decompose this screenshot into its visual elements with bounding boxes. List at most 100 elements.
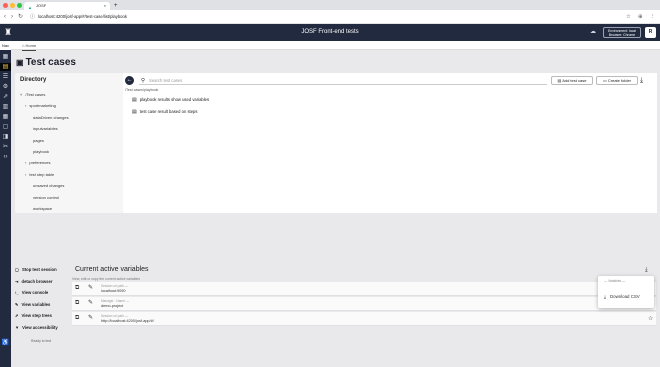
browser-tab-title: JOSF bbox=[36, 3, 47, 8]
testcase-label: test case result based on steps bbox=[139, 109, 198, 114]
download-icon[interactable]: ⤓ bbox=[640, 76, 643, 85]
view-accessibility-button[interactable]: ▼ View accessibility bbox=[15, 325, 58, 330]
copy-icon[interactable]: ⧉ bbox=[75, 315, 79, 322]
edit-icon[interactable]: ✎ bbox=[88, 315, 93, 322]
address-bar[interactable]: ⓘ localhost:4200/josf-app/#/test-case/lis… bbox=[30, 13, 127, 21]
directory-root[interactable]: ˅/Test cases bbox=[20, 92, 45, 97]
environment-selector[interactable]: Environment: local Browser: Chrome bbox=[603, 27, 641, 38]
sidebar-document-icon[interactable]: ▢ bbox=[0, 123, 11, 131]
site-info-icon[interactable]: ⓘ bbox=[30, 14, 35, 20]
table-row bbox=[72, 312, 656, 326]
directory-item[interactable]: › preferences bbox=[25, 160, 50, 165]
table-row bbox=[72, 297, 656, 311]
search-input[interactable]: ⚲ Search test cases bbox=[139, 76, 547, 85]
arrow-left-icon: ← bbox=[126, 77, 133, 83]
avatar[interactable]: R bbox=[645, 27, 656, 38]
sidebar-dashboard-icon[interactable]: ▦ bbox=[0, 53, 11, 61]
close-tab-icon[interactable]: × bbox=[104, 2, 106, 10]
new-tab-icon[interactable]: + bbox=[114, 2, 118, 10]
session-status: Ready to test bbox=[31, 339, 51, 343]
directory-item-label: playbook bbox=[33, 149, 50, 154]
copy-icon[interactable]: ⧉ bbox=[75, 300, 79, 307]
directory-item-label: version control bbox=[33, 195, 60, 200]
testcase-icon: ▤ bbox=[132, 109, 137, 115]
variables-heading: Current active variables bbox=[75, 266, 149, 273]
create-folder-button[interactable]: ▭ Create folder bbox=[596, 76, 638, 85]
directory-item[interactable]: › test step table bbox=[25, 172, 54, 177]
testcase-list-panel bbox=[123, 73, 657, 213]
edit-icon[interactable]: ✎ bbox=[88, 285, 93, 292]
page-title-text: Test cases bbox=[25, 57, 76, 68]
table-row bbox=[72, 282, 656, 296]
browser-tab[interactable]: ▲ JOSF × bbox=[24, 2, 110, 10]
directory-item[interactable]: workspace bbox=[33, 206, 52, 211]
current-path: /Test cases/playbook bbox=[125, 88, 159, 92]
sidebar-tools-icon[interactable]: ✂ bbox=[0, 143, 11, 151]
directory-item[interactable]: playbook bbox=[33, 149, 49, 154]
zoom-window-button[interactable] bbox=[17, 3, 22, 8]
tree-icon: ⇗ bbox=[15, 313, 19, 318]
sidebar-settings-icon[interactable]: ⚙ bbox=[0, 83, 11, 91]
download-icon[interactable]: ⤓ bbox=[645, 267, 648, 274]
directory-item[interactable]: version control bbox=[33, 195, 59, 200]
minimize-window-button[interactable] bbox=[10, 3, 15, 8]
sidebar-scheduler-icon[interactable]: ▥ bbox=[0, 103, 11, 111]
browser-label: Browser: Chrome bbox=[608, 33, 636, 37]
view-variables-button[interactable]: ✎ View variables bbox=[15, 302, 50, 307]
breadcrumb-home-label: Home bbox=[25, 43, 37, 48]
variable-key: Session url path — bbox=[101, 314, 128, 318]
sidebar-reports-icon[interactable]: ◨ bbox=[0, 133, 11, 141]
breadcrumb: ⌂ Home bbox=[11, 41, 660, 51]
sidebar: ▦ ▤ ☰ ⚙ ⇗ ▥ ▦ ▢ ◨ ✂ ‹› ♿ bbox=[0, 41, 11, 367]
reload-icon[interactable]: ↻ bbox=[18, 13, 23, 21]
browser-toolbar: ‹ › ↻ ⓘ localhost:4200/josf-app/#/test-ca… bbox=[0, 10, 660, 24]
edit-icon[interactable]: ✎ bbox=[88, 300, 93, 307]
sidebar-chart-icon[interactable]: ⇗ bbox=[0, 93, 11, 101]
detach-icon: ⇥ bbox=[15, 279, 19, 284]
detach-browser-button[interactable]: ⇥ detach browser bbox=[15, 279, 52, 284]
directory-item[interactable]: dataDriven changes bbox=[33, 115, 69, 120]
ghost-icon[interactable]: ☁ bbox=[590, 29, 596, 36]
directory-item[interactable]: unsaved changes bbox=[33, 183, 64, 188]
sidebar-testcases-icon[interactable]: ▤ bbox=[0, 63, 11, 71]
chevron-right-icon: › bbox=[25, 172, 27, 177]
directory-item-label: inputvariables bbox=[33, 126, 58, 131]
download-icon: ⤓ bbox=[604, 294, 606, 299]
view-step-trees-button[interactable]: ⇗ View step trees bbox=[15, 313, 52, 318]
copy-icon[interactable]: ⧉ bbox=[75, 285, 79, 292]
stop-test-session-button[interactable]: ▢ Stop test session bbox=[15, 267, 57, 272]
stop-icon: ▢ bbox=[15, 267, 19, 272]
variable-value: http://localhost:4200/josf-app/#/ bbox=[101, 319, 154, 323]
back-arrow-icon[interactable]: ‹ bbox=[4, 13, 6, 21]
app-header: ♜ JOSF Front-end tests ☁ Environment: lo… bbox=[0, 24, 660, 41]
menu-header: — Variables — bbox=[604, 279, 626, 283]
browser-menu-icon[interactable]: ⋮ bbox=[650, 13, 656, 21]
list-item[interactable]: ▤ playbook results show used variables bbox=[132, 97, 209, 103]
sidebar-grid-icon[interactable]: ▦ bbox=[0, 113, 11, 121]
view-console-button[interactable]: ›_ View console bbox=[15, 290, 48, 295]
chevron-right-icon: › bbox=[25, 160, 27, 165]
browser-tab-strip: ▲ JOSF × + bbox=[0, 0, 660, 10]
variables-label: View variables bbox=[21, 302, 51, 307]
list-item[interactable]: ▤ test case result based on steps bbox=[132, 109, 197, 115]
directory-item[interactable]: pages bbox=[33, 138, 44, 143]
download-csv-menu-item[interactable]: ⤓ Download CSV bbox=[604, 294, 640, 300]
sidebar-toggle[interactable]: Nav bbox=[0, 41, 11, 50]
breadcrumb-home[interactable]: ⌂ Home bbox=[22, 42, 37, 51]
sidebar-list-icon[interactable]: ☰ bbox=[0, 73, 11, 81]
add-test-case-label: Add test case bbox=[562, 78, 587, 83]
variable-key: Manager - Name — bbox=[101, 299, 129, 303]
back-button[interactable]: ← bbox=[125, 76, 134, 85]
sidebar-accessibility-icon[interactable]: ♿ bbox=[0, 339, 11, 347]
bookmark-star-icon[interactable]: ☆ bbox=[626, 13, 631, 21]
accessibility-label: View accessibility bbox=[22, 325, 58, 330]
forward-arrow-icon[interactable]: › bbox=[11, 13, 13, 21]
directory-item[interactable]: inputvariables bbox=[33, 126, 58, 131]
extensions-icon[interactable]: ⊕ bbox=[638, 13, 643, 21]
add-test-case-button[interactable]: ▤ Add test case bbox=[551, 76, 593, 85]
star-icon[interactable]: ☆ bbox=[648, 316, 653, 323]
sidebar-code-icon[interactable]: ‹› bbox=[0, 153, 11, 161]
close-window-button[interactable] bbox=[3, 3, 8, 8]
directory-item[interactable]: › sportmarketing bbox=[25, 103, 56, 108]
directory-item-label: workspace bbox=[33, 206, 53, 211]
